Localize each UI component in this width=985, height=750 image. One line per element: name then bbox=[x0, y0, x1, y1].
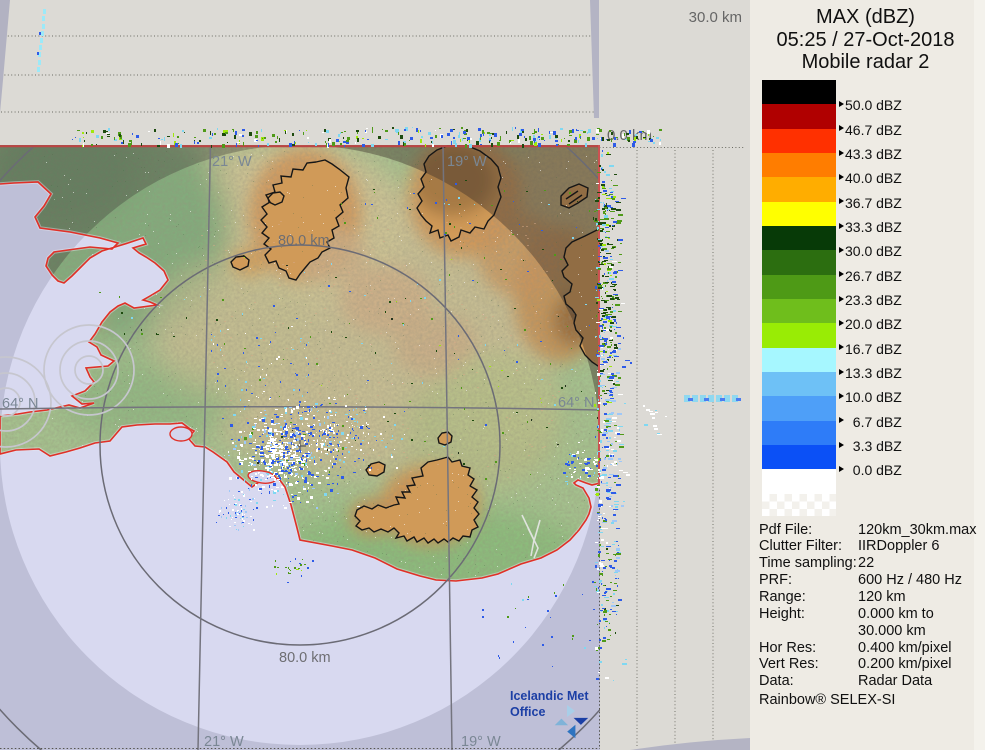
svg-text:19° W: 19° W bbox=[447, 154, 487, 170]
svg-text:64° N: 64° N bbox=[2, 396, 38, 412]
svg-text:21° W: 21° W bbox=[204, 734, 244, 750]
svg-text:80.0 km: 80.0 km bbox=[279, 650, 331, 666]
svg-text:64° N: 64° N bbox=[558, 395, 594, 411]
svg-text:19° W: 19° W bbox=[461, 734, 501, 750]
svg-text:Icelandic Met: Icelandic Met bbox=[510, 689, 589, 703]
svg-text:30.0 km: 30.0 km bbox=[689, 9, 742, 26]
svg-text:21° W: 21° W bbox=[212, 154, 252, 170]
svg-text:80.0 km: 80.0 km bbox=[278, 233, 330, 249]
svg-text:Office: Office bbox=[510, 705, 545, 719]
